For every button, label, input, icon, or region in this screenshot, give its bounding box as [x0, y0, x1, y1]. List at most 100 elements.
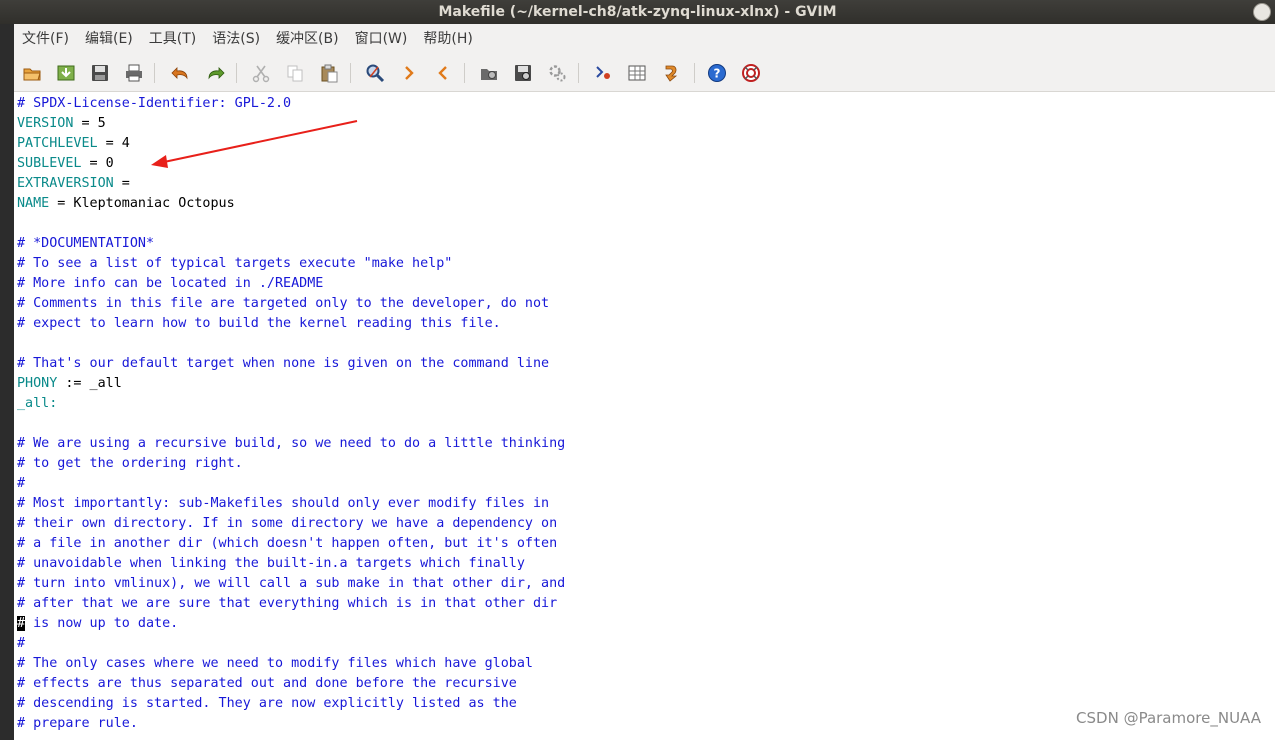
- watermark: CSDN @Paramore_NUAA: [1076, 709, 1261, 727]
- toolbar-separator: [578, 63, 579, 83]
- menu-file[interactable]: 文件(F): [14, 24, 77, 55]
- editor-line[interactable]: EXTRAVERSION =: [17, 174, 130, 194]
- toolbar-separator: [350, 63, 351, 83]
- editor-line[interactable]: # SPDX-License-Identifier: GPL-2.0: [17, 94, 291, 114]
- code-token: # their own directory. If in some direct…: [17, 516, 558, 531]
- editor-line[interactable]: PHONY := _all: [17, 374, 122, 394]
- window-title: Makefile (~/kernel-ch8/atk-zynq-linux-xl…: [438, 4, 837, 20]
- paste-icon[interactable]: [318, 62, 340, 84]
- code-token: # turn into vmlinux), we will call a sub…: [17, 576, 566, 591]
- code-token: #: [17, 476, 26, 491]
- code-token: := _all: [57, 376, 122, 391]
- toolbar-separator: [154, 63, 155, 83]
- undo-icon[interactable]: [170, 62, 192, 84]
- text-editor[interactable]: # SPDX-License-Identifier: GPL-2.0 VERSIO…: [14, 92, 1275, 740]
- editor-line[interactable]: # That's our default target when none is…: [17, 354, 549, 374]
- code-token: #: [17, 636, 26, 651]
- editor-line[interactable]: # The only cases where we need to modify…: [17, 654, 533, 674]
- code-token: = 0: [81, 156, 114, 171]
- code-token: PHONY: [17, 376, 58, 391]
- copy-icon[interactable]: [284, 62, 306, 84]
- find-help-icon[interactable]: [740, 62, 762, 84]
- editor-line[interactable]: # To see a list of typical targets execu…: [17, 254, 452, 274]
- code-token: # descending is started. They are now ex…: [17, 696, 517, 711]
- code-token: PATCHLEVEL: [17, 136, 98, 151]
- code-token: SUBLEVEL: [17, 156, 82, 171]
- load-session-icon[interactable]: [55, 62, 77, 84]
- menu-bar: 文件(F) 编辑(E) 工具(T) 语法(S) 缓冲区(B) 窗口(W) 帮助(…: [14, 24, 1275, 55]
- code-token: # More info can be located in ./README: [17, 276, 324, 291]
- print-icon[interactable]: [123, 62, 145, 84]
- code-token: _all:: [17, 396, 58, 411]
- code-token: # To see a list of typical targets execu…: [17, 256, 453, 271]
- editor-line[interactable]: PATCHLEVEL = 4: [17, 134, 130, 154]
- code-token: # Most importantly: sub-Makefiles should…: [17, 496, 550, 511]
- ctags-icon[interactable]: [626, 62, 648, 84]
- code-token: # Comments in this file are targeted onl…: [17, 296, 550, 311]
- code-token: # SPDX-License-Identifier: GPL-2.0: [17, 96, 292, 111]
- find-replace-icon[interactable]: [364, 62, 386, 84]
- save-session-icon[interactable]: [512, 62, 534, 84]
- editor-line[interactable]: # to get the ordering right.: [17, 454, 243, 474]
- find-next-icon[interactable]: [398, 62, 420, 84]
- editor-line[interactable]: # unavoidable when linking the built-in.…: [17, 554, 525, 574]
- editor-line[interactable]: # Comments in this file are targeted onl…: [17, 294, 549, 314]
- editor-line[interactable]: # *DOCUMENTATION*: [17, 234, 154, 254]
- load-script-icon[interactable]: [478, 62, 500, 84]
- code-token: # We are using a recursive build, so we …: [17, 436, 566, 451]
- editor-line[interactable]: # effects are thus separated out and don…: [17, 674, 517, 694]
- editor-line[interactable]: # Most importantly: sub-Makefiles should…: [17, 494, 549, 514]
- editor-line[interactable]: # prepare rule.: [17, 714, 138, 734]
- menu-edit[interactable]: 编辑(E): [77, 24, 141, 55]
- menu-syntax[interactable]: 语法(S): [204, 24, 268, 55]
- editor-line[interactable]: # We are using a recursive build, so we …: [17, 434, 565, 454]
- redo-icon[interactable]: [204, 62, 226, 84]
- editor-line[interactable]: # turn into vmlinux), we will call a sub…: [17, 574, 565, 594]
- code-token: # *DOCUMENTATION*: [17, 236, 155, 251]
- editor-line[interactable]: #: [17, 474, 25, 494]
- find-prev-icon[interactable]: [432, 62, 454, 84]
- help-icon[interactable]: ?: [706, 62, 728, 84]
- toolbar-separator: [236, 63, 237, 83]
- desktop-edge: [0, 24, 14, 740]
- editor-line[interactable]: #: [17, 634, 25, 654]
- editor-line[interactable]: # expect to learn how to build the kerne…: [17, 314, 501, 334]
- code-token: = 5: [73, 116, 106, 131]
- svg-text:?: ?: [714, 67, 721, 81]
- editor-line[interactable]: VERSION = 5: [17, 114, 106, 134]
- editor-line[interactable]: NAME = Kleptomaniac Octopus: [17, 194, 235, 214]
- code-token: =: [113, 176, 130, 191]
- menu-buffers[interactable]: 缓冲区(B): [268, 24, 347, 55]
- editor-line[interactable]: # after that we are sure that everything…: [17, 594, 557, 614]
- code-token: = Kleptomaniac Octopus: [49, 196, 235, 211]
- make-icon[interactable]: [592, 62, 614, 84]
- editor-line[interactable]: # their own directory. If in some direct…: [17, 514, 557, 534]
- code-token: # That's our default target when none is…: [17, 356, 550, 371]
- toolbar: ?: [14, 55, 1275, 92]
- window-titlebar: Makefile (~/kernel-ch8/atk-zynq-linux-xl…: [0, 0, 1275, 24]
- text-cursor: #: [17, 616, 26, 631]
- code-token: # unavoidable when linking the built-in.…: [17, 556, 525, 571]
- menu-tools[interactable]: 工具(T): [141, 24, 204, 55]
- code-token: VERSION: [17, 116, 74, 131]
- editor-line[interactable]: SUBLEVEL = 0: [17, 154, 114, 174]
- menu-window[interactable]: 窗口(W): [347, 24, 416, 55]
- editor-line[interactable]: # More info can be located in ./README: [17, 274, 323, 294]
- code-token: EXTRAVERSION: [17, 176, 114, 191]
- window-close-button[interactable]: [1253, 3, 1271, 21]
- toolbar-separator: [694, 63, 695, 83]
- code-token: = 4: [97, 136, 130, 151]
- menu-help[interactable]: 帮助(H): [415, 24, 480, 55]
- editor-line[interactable]: # is now up to date.: [17, 614, 178, 634]
- editor-line[interactable]: # descending is started. They are now ex…: [17, 694, 517, 714]
- cut-icon[interactable]: [250, 62, 272, 84]
- save-icon[interactable]: [89, 62, 111, 84]
- jump-tag-icon[interactable]: [660, 62, 682, 84]
- editor-line[interactable]: # a file in another dir (which doesn't h…: [17, 534, 557, 554]
- open-icon[interactable]: [21, 62, 43, 84]
- run-script-icon[interactable]: [546, 62, 568, 84]
- code-token: # prepare rule.: [17, 716, 138, 731]
- code-token: # a file in another dir (which doesn't h…: [17, 536, 558, 551]
- code-token: # to get the ordering right.: [17, 456, 243, 471]
- editor-line[interactable]: _all:: [17, 394, 57, 414]
